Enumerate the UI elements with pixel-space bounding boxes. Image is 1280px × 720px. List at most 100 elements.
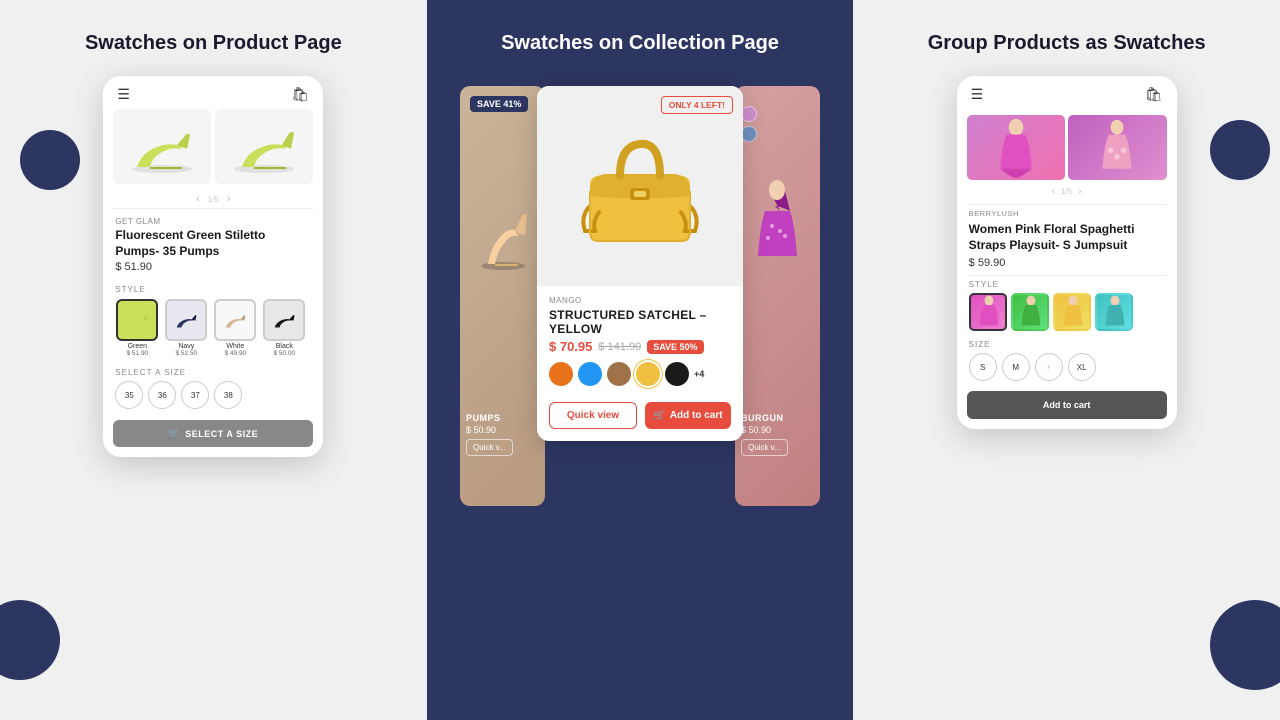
add-to-cart-button-right[interactable]: Add to cart [967,391,1167,419]
cta-label-left: SELECT A SIZE [185,429,258,439]
right-img-2 [1068,115,1167,180]
right-color-2 [741,126,757,142]
right-color-1 [741,106,757,122]
swatch-white[interactable]: White $ 49.90 [213,299,257,357]
prev-arrow[interactable]: ‹ [196,193,200,205]
swatch-shoe-navy [171,306,201,334]
swatch-black[interactable]: Black $ 50.00 [262,299,306,357]
right-swatch-3[interactable] [1053,293,1091,331]
color-yellow[interactable] [636,362,660,386]
size-36[interactable]: 36 [148,381,176,409]
right-next-arrow[interactable]: › [1078,186,1081,197]
right-swatch-2[interactable] [1011,293,1049,331]
left-card-shoe-svg [473,176,533,276]
swatches-row-left: Green $ 51.90 Navy $ 52.50 [115,299,311,357]
size-35[interactable]: 35 [115,381,143,409]
collection-actions: Quick view 🛒 Add to cart [537,402,743,441]
right-size-l: / [1035,353,1063,381]
swatch-name-green: Green [128,343,147,350]
swatch-shoe-black [269,306,299,334]
phone-header-left: ☰ 🛍 [103,76,323,109]
color-black[interactable] [665,362,689,386]
right-quick-btn[interactable]: Quick v... [741,439,788,456]
right-size-m[interactable]: M [1002,353,1030,381]
swatch-img-black [263,299,305,341]
right-card-img-area [735,116,820,336]
left-card-name: PUMPS [466,413,539,423]
collection-prices: $ 70.95 $ 141.90 SAVE 50% [549,339,731,354]
swatch-navy[interactable]: Navy $ 52.50 [164,299,208,357]
next-arrow[interactable]: › [227,193,231,205]
swatch-price-black: $ 50.00 [273,350,295,357]
collection-card-left: SAVE 41% PUMPS $ 50.90 Quick v... [460,86,545,506]
right-slide-indicator: 1/5 [1061,187,1072,196]
right-swatch-1[interactable] [969,293,1007,331]
deco-top-left [20,130,80,190]
swatch-shoe-white [220,306,250,334]
swatch-img-green [116,299,158,341]
left-quick-btn[interactable]: Quick v... [466,439,513,456]
shoe-svg-1 [122,117,202,177]
swatch-name-white: White [226,343,244,350]
section-right-title: Group Products as Swatches [928,30,1206,56]
more-colors-label[interactable]: +4 [694,369,704,379]
phone-nav-row: ‹ 1/5 › [103,190,323,208]
size-38[interactable]: 38 [214,381,242,409]
cart-icon-right[interactable]: 🛍 [1145,86,1163,103]
swatch-green[interactable]: Green $ 51.90 [115,299,159,357]
hamburger-icon[interactable]: ☰ [117,86,130,103]
color-orange[interactable] [549,362,573,386]
swatch-img-white [214,299,256,341]
collection-name: STRUCTURED SATCHEL – YELLOW [549,308,731,336]
product-image-1 [113,109,211,184]
select-size-button-left[interactable]: 🛒 SELECT A SIZE [113,420,313,447]
section-group-products: Group Products as Swatches ☰ 🛍 [853,0,1280,720]
color-swatches-row: +4 [549,362,731,386]
left-quick-label: Quick v... [473,443,506,452]
color-brown[interactable] [607,362,631,386]
handbag-svg [570,116,710,256]
right-sizes-row: S M / XL [957,353,1177,387]
collection-brand: MANGO [549,296,731,305]
color-blue[interactable] [578,362,602,386]
right-swatch-svg-2 [1013,295,1049,331]
right-prev-arrow[interactable]: ‹ [1052,186,1055,197]
dress-svg-2 [1092,118,1142,178]
hamburger-icon-right[interactable]: ☰ [971,86,984,103]
section-product-page: Swatches on Product Page ☰ 🛍 [0,0,427,720]
add-to-cart-button[interactable]: 🛒 Add to cart [645,402,731,429]
style-section-left: STYLE Green $ 51.90 [103,279,323,363]
sizes-row-left: 35 36 37 38 [115,381,311,409]
section-middle-title: Swatches on Collection Page [501,30,779,56]
save-badge-left: SAVE 41% [470,96,528,112]
right-swatch-4[interactable] [1095,293,1133,331]
product-name-left: Fluorescent Green Stiletto Pumps- 35 Pum… [115,228,311,259]
cart-icon-left[interactable]: 🛍 [292,86,310,103]
right-phone-nav: ‹ 1/5 › [967,183,1167,200]
section-collection-page: Swatches on Collection Page SAVE 41% PUM… [427,0,854,720]
quick-view-button[interactable]: Quick view [549,402,637,429]
collection-main-info: MANGO STRUCTURED SATCHEL – YELLOW $ 70.9… [537,286,743,402]
product-image-2 [215,109,313,184]
size-label-left: SELECT A SIZE [115,368,311,377]
right-size-s[interactable]: S [969,353,997,381]
size-37[interactable]: 37 [181,381,209,409]
collection-card-main: ONLY 4 LEFT! [537,86,743,441]
right-swatch-svg-4 [1097,295,1133,331]
style-label-left: STYLE [115,285,311,294]
right-style-swatches [957,293,1177,337]
right-size-xl[interactable]: XL [1068,353,1096,381]
price-current: $ 70.95 [549,339,592,354]
swatch-img-navy [165,299,207,341]
right-images-grid: ‹ 1/5 › [957,109,1177,204]
collection-card-right: BURGUN $ 50.90 Quick v... [735,86,820,506]
brand-label-left: GET GLAM [115,217,311,226]
swatch-name-black: Black [276,343,293,350]
right-swatch-svg-3 [1055,295,1091,331]
product-price-left: $ 51.90 [115,261,311,273]
price-original: $ 141.90 [598,341,641,353]
product-images-row [103,109,323,190]
right-card-dress-svg [750,176,805,276]
deco-bottom-left [0,600,60,680]
dress-svg-1 [991,118,1041,178]
